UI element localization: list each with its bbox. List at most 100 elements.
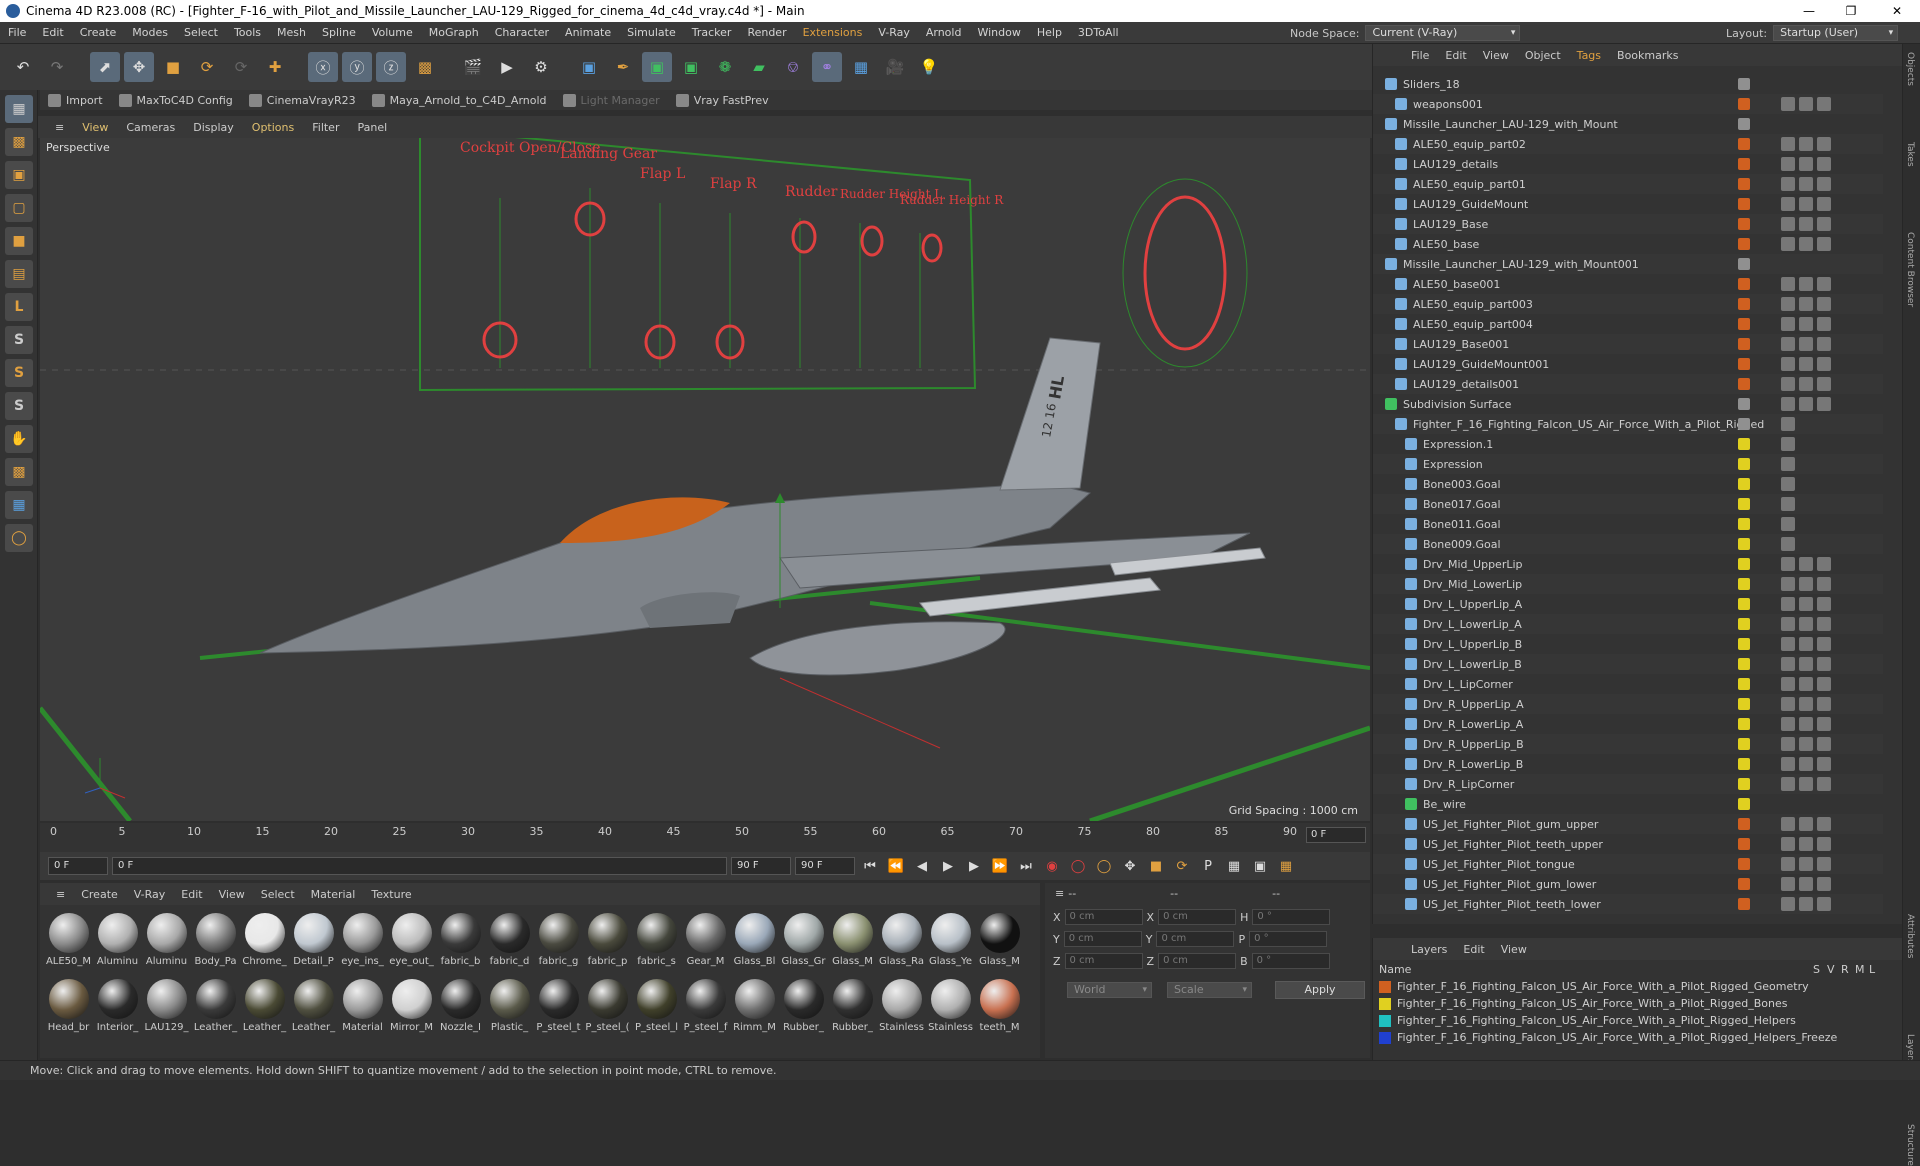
layer-color-swatch[interactable]: [1738, 158, 1750, 170]
object-row[interactable]: Drv_Mid_UpperLip: [1373, 554, 1883, 574]
layer-color-swatch[interactable]: [1738, 838, 1750, 850]
tag-icon[interactable]: [1817, 677, 1831, 691]
layer-color-swatch[interactable]: [1738, 878, 1750, 890]
tag-icon[interactable]: [1799, 677, 1813, 691]
material-swatch[interactable]: fabric_s: [632, 911, 681, 977]
layer-color-swatch[interactable]: [1738, 718, 1750, 730]
layer-color-swatch[interactable]: [1738, 758, 1750, 770]
next-key-icon[interactable]: ⏩: [989, 855, 1011, 877]
layer-color-swatch[interactable]: [1738, 98, 1750, 110]
record-active-icon[interactable]: ◉: [1041, 855, 1063, 877]
edges-mode-icon[interactable]: ▢: [5, 194, 33, 222]
snap-settings-icon[interactable]: S: [5, 359, 33, 387]
timeline-ruler[interactable]: 0 5 10 15 20 25 30 35 40 45 50 55 60 65 70 75 80 85 90: [50, 825, 1300, 845]
material-swatch[interactable]: Rubber_: [779, 977, 828, 1043]
tag-icon[interactable]: [1817, 197, 1831, 211]
tag-icon[interactable]: [1781, 557, 1795, 571]
tag-icon[interactable]: [1781, 637, 1795, 651]
object-row[interactable]: Expression: [1373, 454, 1883, 474]
tag-icon[interactable]: [1799, 197, 1813, 211]
tag-icon[interactable]: [1799, 97, 1813, 111]
tag-icon[interactable]: [1781, 857, 1795, 871]
tag-icon[interactable]: [1781, 657, 1795, 671]
side-tab-content-browser[interactable]: Content Browser: [1905, 232, 1915, 307]
material-menu-texture[interactable]: Texture: [363, 888, 419, 901]
tag-icon[interactable]: [1781, 217, 1795, 231]
play-icon[interactable]: ▶: [937, 855, 959, 877]
layer-color-swatch[interactable]: [1738, 318, 1750, 330]
tag-icon[interactable]: [1817, 897, 1831, 911]
tag-icon[interactable]: [1799, 637, 1813, 651]
layer-color-swatch[interactable]: [1738, 538, 1750, 550]
material-swatch[interactable]: fabric_d: [485, 911, 534, 977]
tag-icon[interactable]: [1781, 537, 1795, 551]
object-row[interactable]: Missile_Launcher_LAU-129_with_Mount001: [1373, 254, 1883, 274]
tag-icon[interactable]: [1781, 777, 1795, 791]
layer-color-swatch[interactable]: [1738, 818, 1750, 830]
material-menu-material[interactable]: Material: [303, 888, 364, 901]
menu-tracker[interactable]: Tracker: [684, 26, 740, 39]
plugin-vray-fastprev[interactable]: Vray FastPrev: [675, 93, 779, 107]
model-mode-icon[interactable]: ▦: [5, 95, 33, 123]
tag-icon[interactable]: [1799, 157, 1813, 171]
layer-color-swatch[interactable]: [1738, 518, 1750, 530]
layout-dropdown[interactable]: Startup (User): [1773, 25, 1899, 41]
coord-value-field[interactable]: 0 cm: [1064, 909, 1143, 925]
previous-key-icon[interactable]: ⏪: [885, 855, 907, 877]
minimize-button[interactable]: —: [1786, 0, 1832, 22]
viewport-menu-cameras[interactable]: Cameras: [117, 121, 184, 134]
tag-icon[interactable]: [1781, 837, 1795, 851]
viewport-canvas[interactable]: Cockpit Open/Close Landing Gear Flap L F…: [40, 138, 1370, 821]
layer-color-swatch[interactable]: [1738, 658, 1750, 670]
tag-icon[interactable]: [1781, 157, 1795, 171]
close-button[interactable]: ✕: [1874, 0, 1920, 22]
layer-color-swatch[interactable]: [1738, 238, 1750, 250]
subdivision-generator-icon[interactable]: ▣: [642, 52, 672, 82]
object-row[interactable]: ALE50_base001: [1373, 274, 1883, 294]
tag-icon[interactable]: [1781, 677, 1795, 691]
object-row[interactable]: Missile_Launcher_LAU-129_with_Mount: [1373, 114, 1883, 134]
tag-icon[interactable]: [1799, 377, 1813, 391]
start-frame-field[interactable]: 0 F: [48, 857, 108, 875]
key-position-icon[interactable]: ✥: [1119, 855, 1141, 877]
coordinate-system-icon[interactable]: ▩: [410, 52, 440, 82]
tag-icon[interactable]: [1781, 177, 1795, 191]
layer-color-swatch[interactable]: [1738, 898, 1750, 910]
tag-icon[interactable]: [1799, 217, 1813, 231]
tag-icon[interactable]: [1799, 877, 1813, 891]
layer-color-swatch[interactable]: [1738, 278, 1750, 290]
viewport-menu-options[interactable]: Options: [243, 121, 303, 134]
material-menu-edit[interactable]: Edit: [173, 888, 210, 901]
layer-color-swatch[interactable]: [1738, 798, 1750, 810]
previous-frame-icon[interactable]: ◀: [911, 855, 933, 877]
object-row[interactable]: Drv_R_LowerLip_B: [1373, 754, 1883, 774]
solo-mode-icon[interactable]: ◯: [5, 524, 33, 552]
material-menu-view[interactable]: View: [211, 888, 253, 901]
layer-color-swatch[interactable]: [1738, 598, 1750, 610]
material-swatch[interactable]: Glass_Bl: [730, 911, 779, 977]
layer-color-swatch[interactable]: [1738, 458, 1750, 470]
material-swatch[interactable]: Glass_Ra: [877, 911, 926, 977]
key-scale-icon[interactable]: ■: [1145, 855, 1167, 877]
tag-icon[interactable]: [1817, 817, 1831, 831]
material-swatch[interactable]: Gear_M: [681, 911, 730, 977]
material-swatch[interactable]: eye_out_: [387, 911, 436, 977]
menu-window[interactable]: Window: [969, 26, 1028, 39]
menu-modes[interactable]: Modes: [124, 26, 176, 39]
object-row[interactable]: Bone011.Goal: [1373, 514, 1883, 534]
tag-icon[interactable]: [1817, 637, 1831, 651]
material-swatch[interactable]: Glass_Gr: [779, 911, 828, 977]
layer-color-swatch[interactable]: [1738, 558, 1750, 570]
material-swatch[interactable]: Leather_: [240, 977, 289, 1043]
object-menu-bookmarks[interactable]: Bookmarks: [1609, 49, 1686, 62]
layer-color-swatch[interactable]: [1738, 398, 1750, 410]
workplane-snap-icon[interactable]: S: [5, 392, 33, 420]
tag-icon[interactable]: [1781, 697, 1795, 711]
material-swatch[interactable]: P_steel_t: [534, 977, 583, 1043]
tag-icon[interactable]: [1817, 337, 1831, 351]
material-swatch[interactable]: Aluminu: [93, 911, 142, 977]
menu-volume[interactable]: Volume: [364, 26, 421, 39]
locked-workplane-icon[interactable]: ▦: [5, 491, 33, 519]
move-tool-icon[interactable]: ✥: [124, 52, 154, 82]
tag-icon[interactable]: [1799, 337, 1813, 351]
